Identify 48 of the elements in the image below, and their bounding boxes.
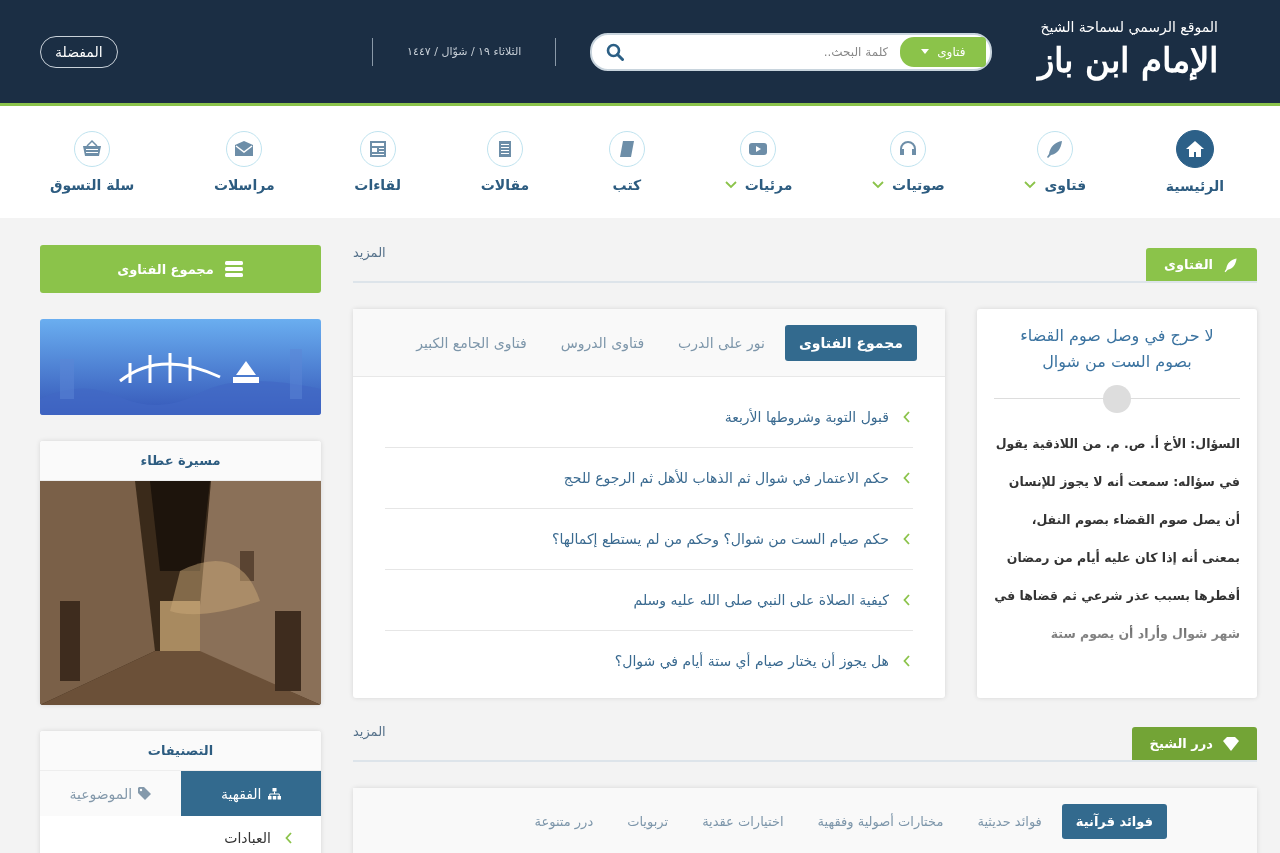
category-link[interactable]: العبادات: [224, 830, 271, 846]
nav-item[interactable]: مراسلات: [213, 131, 275, 193]
search-icon[interactable]: [606, 42, 625, 61]
nav-item[interactable]: صوتيات: [872, 131, 945, 193]
tab[interactable]: نور على الدرب: [664, 324, 779, 361]
tab[interactable]: فوائد قرآنية: [1061, 804, 1167, 839]
card-title: التصنيفات: [40, 731, 321, 771]
tab[interactable]: مجموع الفتاوى: [785, 324, 917, 361]
fatwa-title-link[interactable]: لا حرج في وصل صوم القضاء بصوم الست من شوال: [984, 323, 1250, 375]
tab[interactable]: فوائد حديثية: [963, 804, 1056, 839]
nav-item[interactable]: كتب: [608, 131, 645, 193]
fatwa-link[interactable]: كيفية الصلاة على النبي صلى الله عليه وسلم: [633, 592, 889, 608]
chevron-icon: [903, 411, 911, 423]
site-logo[interactable]: الإمام ابن باز: [1038, 36, 1218, 85]
diamond-icon: [1223, 736, 1239, 751]
fatwa-text: السؤال: الأخ أ. ص. م. من اللاذقية يقول في سؤاله: سمعت أنه لا يجوز للإنسان أن يصل صوم القضاء بصوم النفل، بمعنى أنه إذا كان عليه أيام من رمضان أفطرها بسبب عذر شرعي ثم قضاها في شهر شوال وأراد أن يصوم ستة: [993, 434, 1241, 644]
date-text: الثلاثاء ١٩ / شوّال / ١٤٤٧: [407, 45, 522, 58]
fatwa-link[interactable]: حكم صيام الست من شوال؟ وحكم من لم يستطع إكمالها؟: [552, 531, 889, 547]
caret-icon: [921, 49, 930, 54]
chevron-icon: [903, 655, 911, 667]
stack-icon: [223, 261, 244, 277]
nav-item[interactable]: مرئيات: [724, 131, 793, 193]
nav-item[interactable]: مقالات: [480, 131, 530, 193]
category-tab[interactable]: الفقهية: [180, 771, 321, 816]
fatwa-link[interactable]: هل يجوز أن يختار صيام أي ستة أيام في شوال؟: [614, 653, 889, 669]
tab[interactable]: مختارات أصولية وفقهية: [803, 804, 958, 839]
card-title: مسيرة عطاء: [40, 441, 321, 481]
hierarchy-icon: [267, 787, 281, 800]
nav-item[interactable]: الرئيسية: [1165, 130, 1224, 194]
chevron-icon: [285, 832, 293, 844]
fatwa-link[interactable]: حكم الاعتمار في شوال ثم الذهاب للأهل ثم الرجوع للحج: [563, 470, 889, 486]
tab[interactable]: تربويات: [613, 804, 683, 839]
tab[interactable]: فتاوى الجامع الكبير: [402, 324, 541, 361]
tag-icon: [138, 787, 152, 800]
tab[interactable]: درر متنوعة: [520, 804, 608, 839]
feather-icon: [1223, 256, 1239, 273]
chevron-icon: [903, 594, 911, 606]
nav-item[interactable]: لقاءات: [354, 131, 401, 193]
tab[interactable]: فتاوى الدروس: [546, 324, 659, 361]
site-tagline: الموقع الرسمي لسماحة الشيخ: [1040, 18, 1218, 35]
more-link[interactable]: المزيد: [353, 245, 386, 260]
nav-item[interactable]: سلة التسوق: [50, 131, 135, 193]
nav-item[interactable]: فتاوى: [1024, 131, 1087, 193]
tab[interactable]: اختيارات عقدية: [688, 804, 798, 839]
chevron-icon: [903, 472, 911, 484]
more-link[interactable]: المزيد: [353, 724, 386, 739]
fatwa-link[interactable]: قبول التوبة وشروطها الأربعة: [724, 409, 889, 425]
chevron-icon: [903, 533, 911, 545]
